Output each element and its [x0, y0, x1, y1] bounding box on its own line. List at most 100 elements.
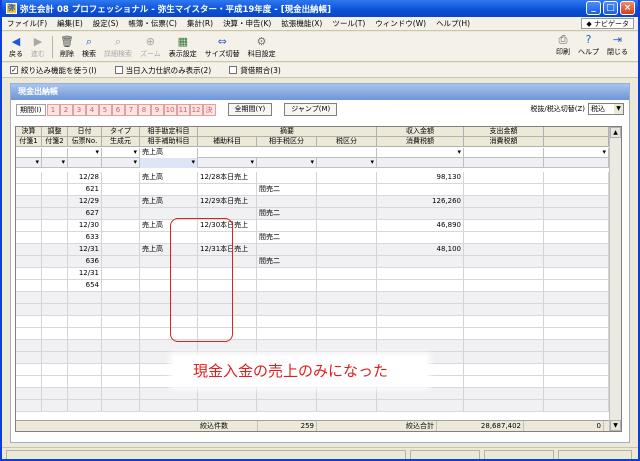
- table-row[interactable]: 12/30 売上高 12/30本日売上 46,890: [16, 220, 609, 232]
- table-row[interactable]: [16, 400, 609, 412]
- back-button[interactable]: ◀ 戻る: [5, 35, 27, 61]
- month-button[interactable]: 11: [176, 103, 190, 116]
- period-bar: 期間(I) 1 2 3 4 5 6 7 8 9 10 11 12 決 全期間(Y…: [11, 100, 629, 119]
- journal-grid: 決算 調整 日付 タイプ 相手勘定科目 摘要 収入金額 支出金額 付箋1 付箋2…: [15, 126, 622, 432]
- table-row[interactable]: [16, 340, 609, 352]
- zoom-icon: ⊕: [145, 35, 155, 48]
- month-button[interactable]: 9: [150, 103, 164, 116]
- filter-options-bar: ✓ 絞り込み機能を使う(I) 当日入力仕訳のみ表示(2) 貸借照合(3): [2, 63, 638, 78]
- detail-search-icon: ⌕: [114, 34, 122, 48]
- close-window-button[interactable]: ×: [620, 1, 635, 15]
- menu-settings[interactable]: 設定(S): [88, 18, 124, 29]
- month-button[interactable]: 4: [85, 103, 99, 116]
- menu-help[interactable]: ヘルプ(H): [431, 18, 475, 29]
- table-row[interactable]: 636 間売二: [16, 256, 609, 268]
- month-button[interactable]: 7: [124, 103, 138, 116]
- totals-row: 絞込件数 259 絞込合計 28,687,402 0: [16, 420, 609, 431]
- month-button[interactable]: 8: [137, 103, 151, 116]
- table-row[interactable]: 633 間売二: [16, 232, 609, 244]
- delete-button[interactable]: 🗑 削除: [56, 35, 78, 61]
- table-row[interactable]: [16, 388, 609, 400]
- month-button[interactable]: 12: [189, 103, 203, 116]
- navigator-button[interactable]: ◆ ナビゲータ: [581, 18, 634, 29]
- filter-dropdown[interactable]: ▾: [42, 158, 68, 168]
- magnifier-icon: ⌕: [85, 34, 93, 48]
- filter-dropdown[interactable]: ▾: [140, 158, 198, 168]
- detail-search-button[interactable]: ⌕ 詳細検索: [100, 35, 136, 61]
- menu-tools[interactable]: ツール(T): [327, 18, 370, 29]
- today-only-checkbox[interactable]: 当日入力仕訳のみ表示(2): [114, 65, 211, 76]
- all-period-button[interactable]: 全期間(Y): [227, 103, 273, 116]
- table-row[interactable]: [16, 328, 609, 340]
- size-switch-button[interactable]: ⇔ サイズ切替: [201, 35, 244, 61]
- title-bar: 弥 弥生会計 08 プロフェッショナル - 弥生マイスター・平成19年度 - […: [2, 0, 638, 17]
- filter-dropdown[interactable]: ▾: [102, 158, 140, 168]
- period-button[interactable]: 期間(I): [16, 103, 46, 116]
- close-button[interactable]: ⇥ 閉じる: [603, 33, 632, 59]
- main-window: 弥 弥生会計 08 プロフェッショナル - 弥生マイスター・平成19年度 - […: [0, 0, 640, 461]
- filter-dropdown[interactable]: ▾: [377, 148, 464, 158]
- income-sum: 28,687,402: [437, 421, 524, 431]
- header-row-bottom: 付箋1 付箋2 伝票No. 生成元 相手補助科目 補助科目 相手税区分 税区分 …: [16, 137, 609, 147]
- help-icon: ?: [585, 33, 592, 46]
- table-row[interactable]: 12/31: [16, 268, 609, 280]
- chevron-down-icon: ▼: [614, 104, 623, 114]
- scroll-up-icon[interactable]: ▲: [610, 127, 621, 138]
- account-settings-button[interactable]: ⚙ 科目設定: [244, 35, 280, 61]
- menu-extensions[interactable]: 拡張機能(X): [276, 18, 327, 29]
- vertical-scrollbar[interactable]: ▲ ▼: [609, 127, 621, 431]
- month-button[interactable]: 2: [59, 103, 73, 116]
- navigator-icon: ◆: [586, 20, 594, 28]
- menu-file[interactable]: ファイル(F): [2, 18, 52, 29]
- menu-closing[interactable]: 決算・申告(K): [218, 18, 276, 29]
- filter-dropdown[interactable]: ▾: [68, 148, 102, 158]
- table-row[interactable]: [16, 304, 609, 316]
- minimize-button[interactable]: _: [586, 1, 601, 15]
- checkbox-box: ✓: [10, 66, 18, 74]
- printer-icon: ⎙: [558, 32, 568, 46]
- tax-switch-select[interactable]: 税込 ▼: [588, 103, 624, 115]
- display-settings-button[interactable]: ▦ 表示設定: [165, 35, 201, 61]
- print-button[interactable]: ⎙ 印刷: [552, 33, 574, 59]
- month-button[interactable]: 6: [111, 103, 125, 116]
- filter-dropdown[interactable]: ▾: [317, 158, 377, 168]
- month-button[interactable]: 10: [163, 103, 177, 116]
- search-button[interactable]: ⌕ 検索: [78, 35, 100, 61]
- month-button[interactable]: 1: [46, 103, 60, 116]
- back-arrow-icon: ◀: [11, 35, 21, 48]
- help-button[interactable]: ? ヘルプ: [574, 33, 603, 59]
- table-row[interactable]: 621 間売二: [16, 184, 609, 196]
- table-row[interactable]: [16, 292, 609, 304]
- filter-dropdown[interactable]: ▾: [16, 158, 42, 168]
- month-button[interactable]: 3: [72, 103, 86, 116]
- table-row[interactable]: [16, 316, 609, 328]
- forward-arrow-icon: ▶: [33, 35, 43, 48]
- month-button[interactable]: 5: [98, 103, 112, 116]
- zoom-button[interactable]: ⊕ ズーム: [136, 35, 165, 61]
- menu-window[interactable]: ウィンドウ(W): [370, 18, 431, 29]
- table-row[interactable]: 12/28 売上高 12/28本日売上 98,130: [16, 172, 609, 184]
- table-row[interactable]: 627 間売二: [16, 208, 609, 220]
- jump-button[interactable]: ジャンプ(M): [284, 103, 338, 116]
- month-button[interactable]: 決: [202, 103, 216, 116]
- account-filter-input[interactable]: 売上高: [140, 148, 198, 158]
- cash-book-panel: 現金出納帳 期間(I) 1 2 3 4 5 6 7 8 9 10 11 12 決…: [10, 83, 630, 443]
- table-row[interactable]: 654: [16, 280, 609, 292]
- scroll-down-icon[interactable]: ▼: [610, 420, 621, 431]
- table-row[interactable]: 12/31 売上高 12/31本日売上 48,100: [16, 244, 609, 256]
- menu-edit[interactable]: 編集(E): [52, 18, 88, 29]
- expense-sum: 0: [524, 421, 604, 431]
- balance-check-checkbox[interactable]: 貸借照合(3): [229, 65, 281, 76]
- forward-button[interactable]: ▶ 進む: [27, 35, 49, 61]
- maximize-button[interactable]: □: [603, 1, 618, 15]
- filter-dropdown[interactable]: ▾: [198, 158, 257, 168]
- filter-dropdown[interactable]: ▾: [544, 148, 609, 158]
- filter-dropdown[interactable]: ▾: [257, 158, 317, 168]
- app-icon: 弥: [6, 3, 17, 14]
- filter-dropdown[interactable]: ▾: [102, 148, 140, 158]
- header-row-top: 決算 調整 日付 タイプ 相手勘定科目 摘要 収入金額 支出金額: [16, 127, 609, 137]
- menu-summary[interactable]: 集計(R): [182, 18, 218, 29]
- menu-books[interactable]: 帳簿・伝票(C): [123, 18, 182, 29]
- table-row[interactable]: 12/29 売上高 12/29本日売上 126,260: [16, 196, 609, 208]
- filter-checkbox[interactable]: ✓ 絞り込み機能を使う(I): [10, 65, 97, 76]
